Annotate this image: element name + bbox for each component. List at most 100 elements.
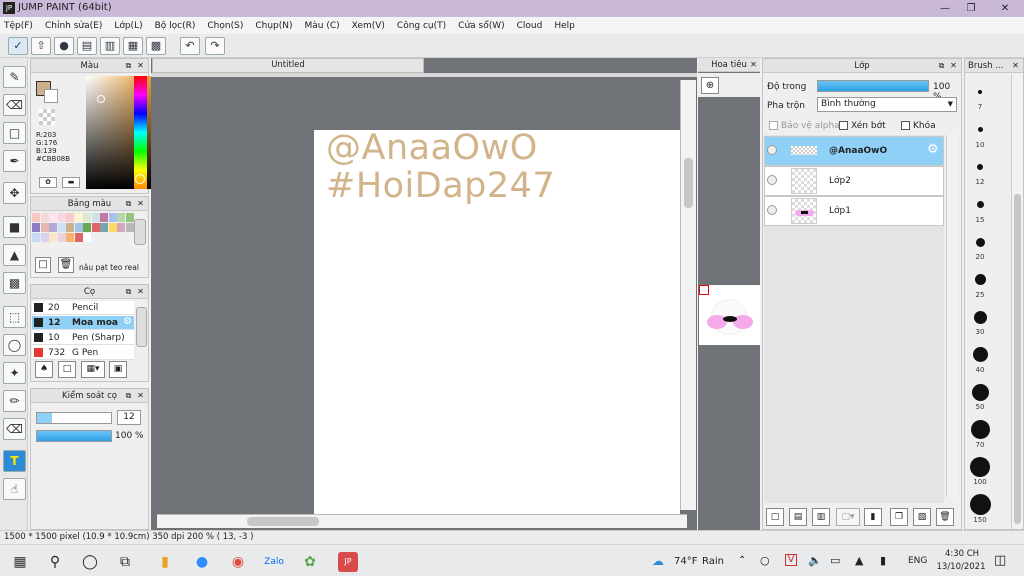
palette-swatch[interactable] xyxy=(49,223,57,232)
cortana-icon[interactable]: ◯ xyxy=(80,552,100,572)
fill-rect-tool-icon[interactable]: ■ xyxy=(3,216,26,238)
cloud-icon[interactable]: ✓ xyxy=(8,37,28,55)
eraser-tool-icon[interactable]: ⌫ xyxy=(3,94,26,116)
new-palette-icon[interactable]: □ xyxy=(35,257,51,273)
duplicate-layer-icon[interactable]: ❐ xyxy=(890,508,908,526)
navigator-preview[interactable] xyxy=(699,285,760,345)
brush-size-dot[interactable] xyxy=(977,127,983,132)
panel-close-icon[interactable]: ✕ xyxy=(135,286,146,297)
palette-swatch[interactable] xyxy=(100,223,108,232)
brush-size-dot[interactable] xyxy=(976,201,984,208)
horizontal-scroll-thumb[interactable] xyxy=(247,517,319,526)
palette-swatch[interactable] xyxy=(91,233,100,242)
gear-icon[interactable]: ⚙ xyxy=(927,142,939,157)
menu-cloud[interactable]: Cloud xyxy=(517,21,543,31)
panel-popout-icon[interactable]: ⧉ xyxy=(123,198,134,209)
brush-size-dot[interactable] xyxy=(973,310,987,324)
zalo-icon[interactable]: Zalo xyxy=(264,552,284,572)
clip-checkbox[interactable]: Xén bớt xyxy=(839,121,886,131)
grid-icon[interactable]: ▩ xyxy=(146,37,166,55)
vpn-icon[interactable]: V xyxy=(785,554,797,566)
comment-icon[interactable]: ● xyxy=(54,37,74,55)
color-wheel-icon[interactable]: ✿ xyxy=(39,177,57,188)
pen-tool-icon[interactable]: ✒ xyxy=(3,150,26,172)
input-language[interactable]: ENG xyxy=(908,556,927,566)
brush-tool-icon[interactable]: ✎ xyxy=(3,66,26,88)
vertical-scroll-thumb[interactable] xyxy=(684,158,693,208)
brush-size-dot[interactable] xyxy=(972,347,988,362)
menu-help[interactable]: Help xyxy=(554,21,575,31)
menu-filter[interactable]: Bộ lọc(R) xyxy=(155,21,196,31)
panel-close-icon[interactable]: ✕ xyxy=(135,198,146,209)
task-view-icon[interactable]: ⧉ xyxy=(115,552,135,572)
clock-time[interactable]: 4:30 CH xyxy=(942,549,982,559)
page-icon[interactable]: ▥ xyxy=(100,37,120,55)
panel-popout-icon[interactable]: ⧉ xyxy=(123,390,134,401)
palette-swatch[interactable] xyxy=(117,223,125,232)
document-icon[interactable]: ▦ xyxy=(123,37,143,55)
blend-mode-select[interactable]: Bình thường ▼ xyxy=(817,97,957,112)
battery-icon[interactable]: ▮ xyxy=(880,554,886,567)
brush-size-dot[interactable] xyxy=(971,383,989,401)
menu-color[interactable]: Màu (C) xyxy=(305,21,340,31)
brush-size-slider[interactable] xyxy=(36,412,112,424)
brush-list-item[interactable]: 12 Moa moa ⚙ xyxy=(32,316,134,330)
brush-size-scroll-thumb[interactable] xyxy=(1014,194,1021,524)
brush-size-dot[interactable] xyxy=(977,164,983,170)
panel-close-icon[interactable]: ✕ xyxy=(748,59,759,70)
canvas-vertical-scrollbar[interactable] xyxy=(680,80,696,510)
palette-swatch[interactable] xyxy=(32,223,40,232)
trash-icon[interactable]: 🗑 xyxy=(58,257,74,273)
palette-swatch[interactable] xyxy=(74,233,83,242)
menu-window[interactable]: Cửa sổ(W) xyxy=(458,21,504,31)
layer-effect-icon[interactable]: ▢▾ xyxy=(836,508,860,526)
brush-scrollbar[interactable] xyxy=(136,307,147,347)
wifi-icon[interactable]: ▲ xyxy=(855,554,863,567)
palette-swatch[interactable] xyxy=(66,223,74,232)
menu-file[interactable]: Tệp(F) xyxy=(4,21,33,31)
palette-swatch[interactable] xyxy=(83,233,91,242)
magic-wand-tool-icon[interactable]: ✦ xyxy=(3,362,26,384)
new-raster-icon[interactable]: ▤ xyxy=(789,508,807,526)
brush-size-dot[interactable] xyxy=(969,494,991,515)
brush-opacity-slider[interactable] xyxy=(36,430,112,442)
chevron-up-icon[interactable]: ⌃ xyxy=(738,555,746,566)
panel-popout-icon[interactable]: ⧉ xyxy=(123,286,134,297)
brush-settings-icon[interactable]: ▣ xyxy=(109,361,127,378)
palette-swatch[interactable] xyxy=(66,233,74,242)
new-layer-icon[interactable]: □ xyxy=(766,508,784,526)
file-explorer-icon[interactable]: ▮ xyxy=(155,552,175,572)
menu-select[interactable]: Chọn(S) xyxy=(207,21,243,31)
network-icon[interactable]: ○ xyxy=(760,554,770,567)
palette-swatch[interactable] xyxy=(125,213,134,222)
palette-swatch[interactable] xyxy=(49,213,57,222)
brush-list-item[interactable]: 732 G Pen xyxy=(32,346,134,360)
layer-row[interactable]: Lớp2 xyxy=(764,166,944,196)
palette-swatch[interactable] xyxy=(91,213,100,222)
brush-size-dot[interactable] xyxy=(970,457,990,477)
palette-scrollbar[interactable] xyxy=(134,219,146,245)
delete-layer-icon[interactable]: 🗑 xyxy=(936,508,954,526)
palette-swatch[interactable] xyxy=(74,213,83,222)
navigator-viewport[interactable] xyxy=(699,285,709,295)
palette-swatch[interactable] xyxy=(57,213,66,222)
canvas-horizontal-scrollbar[interactable] xyxy=(157,514,687,528)
layer-opacity-slider[interactable] xyxy=(817,80,929,92)
brush-size-dot[interactable] xyxy=(974,274,986,285)
jump-paint-taskbar-icon[interactable]: JP xyxy=(338,552,358,572)
lasso-tool-icon[interactable]: ◯ xyxy=(3,334,26,356)
palette-swatches[interactable] xyxy=(32,213,134,253)
palette-swatch[interactable] xyxy=(108,223,117,232)
clock-date[interactable]: 13/10/2021 xyxy=(936,562,986,572)
palette-swatch[interactable] xyxy=(40,223,49,232)
weather-text[interactable]: Rain xyxy=(702,556,724,567)
saturation-value-picker[interactable] xyxy=(86,76,160,189)
close-icon[interactable]: ✕ xyxy=(990,0,1020,17)
palette-swatch[interactable] xyxy=(57,223,66,232)
palette-swatch[interactable] xyxy=(83,213,91,222)
zoom-icon[interactable]: ⊕ xyxy=(701,77,719,94)
panel-popout-icon[interactable]: ⧉ xyxy=(936,60,947,71)
palette-swatch[interactable] xyxy=(74,223,83,232)
palette-swatch[interactable] xyxy=(40,213,49,222)
panel-popout-icon[interactable]: ⧉ xyxy=(123,60,134,71)
